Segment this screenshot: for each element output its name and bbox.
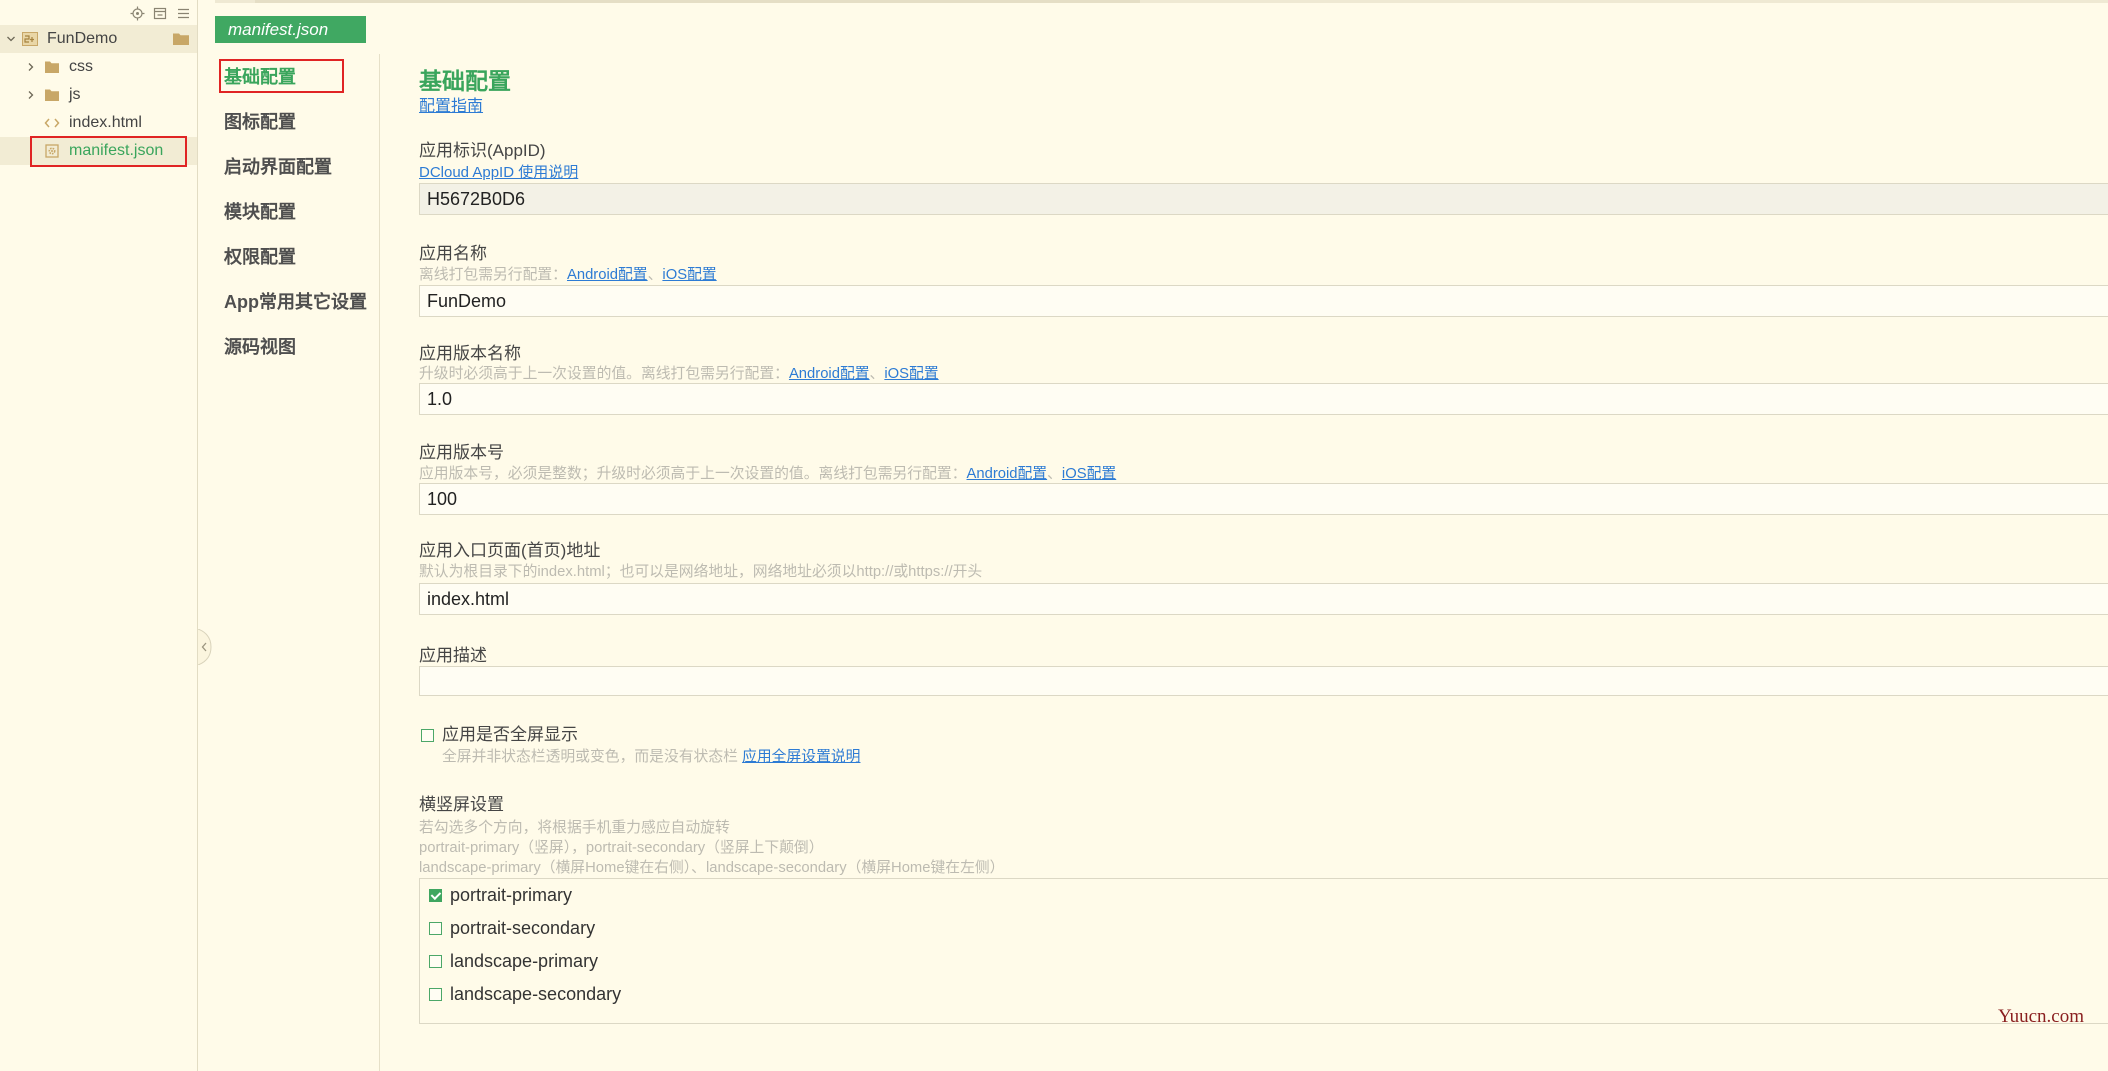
orientation-hint: portrait-primary（竖屏），portrait-secondary（… [419, 840, 824, 856]
android-config-link[interactable]: Android配置 [967, 466, 1048, 482]
tree-item-label: js [69, 86, 81, 103]
tree-item-file-index-html[interactable]: index.html [0, 109, 197, 137]
sidebar-collapse-handle[interactable] [198, 629, 212, 665]
version-name-field[interactable] [419, 383, 2108, 415]
orientation-option-portrait-primary[interactable]: portrait-primary [420, 879, 2108, 912]
project-icon [22, 32, 38, 46]
tree-item-label: index.html [69, 114, 142, 131]
app-name-hint: 离线打包需另行配置：Android配置、iOS配置 [419, 266, 717, 285]
appid-label: 应用标识(AppID) [419, 141, 546, 160]
tab-strip-scroll-track [215, 0, 2108, 3]
version-code-hint: 应用版本号，必须是整数；升级时必须高于上一次设置的值。离线打包需另行配置：And… [419, 465, 1116, 484]
hint-text: 离线打包需另行配置： [419, 267, 567, 283]
version-code-field[interactable] [419, 483, 2108, 515]
nav-item-source-view[interactable]: 源码视图 [224, 335, 296, 359]
launch-path-hint: 默认为根目录下的index.html；也可以是网络地址，网络地址必须以http:… [419, 564, 983, 580]
nav-item-basic-config[interactable]: 基础配置 [224, 65, 296, 89]
hint-text: 升级时必须高于上一次设置的值。离线打包需另行配置： [419, 366, 789, 382]
launch-path-label: 应用入口页面(首页)地址 [419, 541, 601, 560]
tree-item-label: manifest.json [69, 142, 164, 159]
chevron-right-icon[interactable] [26, 62, 36, 72]
tree-item-project[interactable]: FunDemo [0, 25, 197, 53]
tree-item-label: css [69, 58, 93, 75]
chevron-right-icon[interactable] [26, 90, 36, 100]
fullscreen-label[interactable]: 应用是否全屏显示 [442, 724, 578, 745]
tree-item-file-manifest-json[interactable]: manifest.json [0, 137, 197, 165]
description-label: 应用描述 [419, 646, 487, 665]
nav-item-icon-config[interactable]: 图标配置 [224, 110, 296, 134]
folder-icon [173, 33, 189, 45]
orientation-checkbox[interactable] [429, 955, 442, 968]
orientation-option-landscape-secondary[interactable]: landscape-secondary [420, 978, 2108, 1011]
tab-strip-scroll-thumb[interactable] [255, 0, 1140, 3]
nav-item-app-other-settings[interactable]: App常用其它设置 [224, 290, 367, 314]
orientation-hint: 若勾选多个方向，将根据手机重力感应自动旋转 [419, 820, 730, 836]
orientation-checkbox[interactable] [429, 889, 442, 902]
menu-icon[interactable] [176, 6, 191, 21]
fullscreen-hint: 全屏并非状态栏透明或变色，而是没有状态栏 应用全屏设置说明 [442, 748, 860, 767]
nav-divider [379, 54, 380, 1071]
html-file-icon [44, 118, 60, 128]
watermark: Yuucn.com [1998, 1006, 2085, 1027]
android-config-link[interactable]: Android配置 [567, 267, 648, 283]
ios-config-link[interactable]: iOS配置 [662, 267, 716, 283]
separator: 、 [647, 267, 663, 283]
tree-item-folder-css[interactable]: css [0, 53, 197, 81]
ios-config-link[interactable]: iOS配置 [1062, 466, 1116, 482]
description-field[interactable] [419, 666, 2108, 696]
orientation-option-label: portrait-secondary [450, 918, 596, 938]
nav-item-module-config[interactable]: 模块配置 [224, 200, 296, 224]
appid-field[interactable] [419, 183, 2108, 215]
separator: 、 [869, 366, 885, 382]
ios-config-link[interactable]: iOS配置 [884, 366, 938, 382]
hint-text: 全屏并非状态栏透明或变色，而是没有状态栏 [442, 749, 738, 765]
orientation-option-label: landscape-primary [450, 951, 599, 971]
fullscreen-help-link[interactable]: 应用全屏设置说明 [742, 749, 860, 765]
hint-text: 应用版本号，必须是整数；升级时必须高于上一次设置的值。离线打包需另行配置： [419, 466, 967, 482]
appid-help-link[interactable]: DCloud AppID 使用说明 [419, 163, 578, 182]
app-name-field[interactable] [419, 285, 2108, 317]
orientation-checkbox[interactable] [429, 988, 442, 1001]
orientation-label: 横竖屏设置 [419, 795, 504, 814]
version-name-label: 应用版本名称 [419, 344, 521, 363]
tree-item-folder-js[interactable]: js [0, 81, 197, 109]
chevron-down-icon[interactable] [6, 34, 16, 44]
orientation-options-box: portrait-primary portrait-secondary land… [419, 878, 2108, 1024]
folder-icon [45, 61, 59, 73]
manifest-file-icon [45, 144, 59, 158]
tab-manifest-json[interactable]: manifest.json [215, 16, 366, 43]
launch-path-field[interactable] [419, 583, 2108, 615]
separator: 、 [1047, 466, 1062, 482]
nav-item-permission-config[interactable]: 权限配置 [224, 245, 296, 269]
nav-item-splash-config[interactable]: 启动界面配置 [224, 155, 332, 179]
fullscreen-checkbox[interactable] [421, 729, 434, 742]
project-explorer-sidebar: FunDemo css js index.html manifest.json [0, 0, 198, 1071]
locate-icon[interactable] [130, 6, 145, 21]
orientation-option-label: landscape-secondary [450, 984, 622, 1004]
version-code-label: 应用版本号 [419, 443, 504, 462]
orientation-checkbox[interactable] [429, 922, 442, 935]
version-name-hint: 升级时必须高于上一次设置的值。离线打包需另行配置：Android配置、iOS配置 [419, 365, 939, 384]
tree-item-label: FunDemo [47, 30, 118, 47]
page-title: 基础配置 [419, 68, 511, 94]
app-name-label: 应用名称 [419, 244, 487, 263]
orientation-option-label: portrait-primary [450, 885, 573, 905]
orientation-option-portrait-secondary[interactable]: portrait-secondary [420, 912, 2108, 945]
orientation-option-landscape-primary[interactable]: landscape-primary [420, 945, 2108, 978]
folder-icon [45, 89, 59, 101]
config-guide-link[interactable]: 配置指南 [419, 97, 483, 117]
orientation-hint: landscape-primary（横屏Home键在右侧）、landscape-… [419, 860, 1005, 876]
android-config-link[interactable]: Android配置 [789, 366, 870, 382]
collapse-all-icon[interactable] [153, 6, 168, 21]
